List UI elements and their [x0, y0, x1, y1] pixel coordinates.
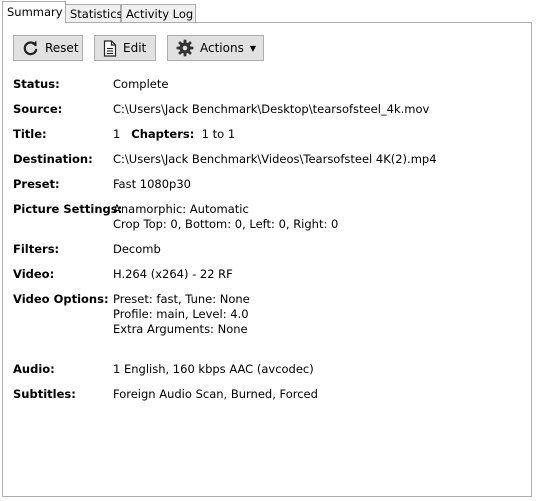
filters-value: Decomb [113, 242, 161, 256]
actions-label: Actions [200, 41, 244, 55]
summary-panel: Reset Edit Actions ▼ Status: Complete So… [2, 22, 532, 497]
filters-label: Filters: [13, 242, 60, 256]
edit-label: Edit [123, 41, 147, 55]
video-options-line: Profile: main, Level: 4.0 [113, 307, 249, 321]
audio-value: 1 English, 160 kbps AAC (avcodec) [113, 362, 314, 376]
picture-settings-value: Anamorphic: Automatic Crop Top: 0, Botto… [113, 202, 338, 232]
subtitles-label: Subtitles: [13, 387, 76, 401]
subtitles-value: Foreign Audio Scan, Burned, Forced [113, 387, 318, 401]
gear-icon [176, 39, 194, 57]
reset-label: Reset [45, 41, 79, 55]
video-options-line: Preset: fast, Tune: None [113, 292, 250, 306]
video-label: Video: [13, 267, 55, 281]
video-value: H.264 (x264) - 22 RF [113, 267, 233, 281]
caret-down-icon: ▼ [249, 43, 256, 53]
picture-settings-line: Anamorphic: Automatic [113, 202, 249, 216]
tab-statistics[interactable]: Statistics [65, 4, 123, 22]
title-value-group: 1 Chapters: 1 to 1 [113, 127, 235, 142]
video-options-label: Video Options: [13, 292, 109, 306]
actions-dropdown-button[interactable]: Actions ▼ [167, 35, 264, 61]
chapters-value: 1 to 1 [201, 127, 236, 141]
tab-summary[interactable]: Summary [2, 1, 66, 23]
video-options-value: Preset: fast, Tune: None Profile: main, … [113, 292, 250, 337]
tab-strip: Summary Statistics Activity Log [0, 0, 536, 23]
preset-value: Fast 1080p30 [113, 177, 191, 191]
refresh-icon [22, 40, 39, 57]
destination-label: Destination: [13, 152, 93, 166]
source-value: C:\Users\Jack Benchmark\Desktop\tearsofs… [113, 102, 430, 116]
preset-label: Preset: [13, 177, 60, 191]
tab-activity-log[interactable]: Activity Log [121, 4, 196, 22]
title-value: 1 [113, 127, 121, 141]
video-options-line: Extra Arguments: None [113, 322, 248, 336]
source-label: Source: [13, 102, 63, 116]
edit-button[interactable]: Edit [94, 35, 156, 61]
chapters-label: Chapters: [131, 127, 195, 141]
destination-value: C:\Users\Jack Benchmark\Videos\Tearsofst… [113, 152, 437, 166]
picture-settings-line: Crop Top: 0, Bottom: 0, Left: 0, Right: … [113, 217, 339, 231]
audio-label: Audio: [13, 362, 55, 376]
reset-button[interactable]: Reset [13, 35, 83, 61]
document-icon [103, 39, 117, 57]
status-value: Complete [113, 77, 169, 91]
title-label: Title: [13, 127, 47, 141]
status-label: Status: [13, 77, 60, 91]
picture-settings-label: Picture Settings: [13, 202, 123, 216]
